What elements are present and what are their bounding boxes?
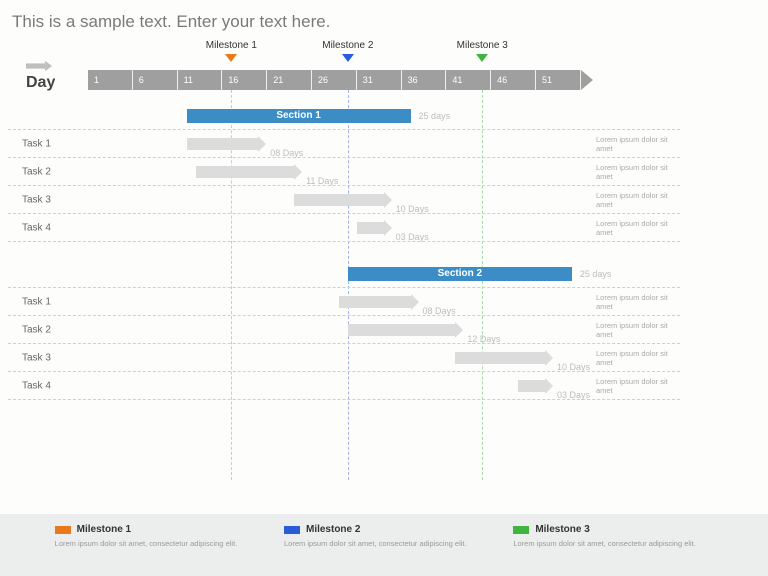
task-bar (518, 380, 545, 392)
axis-tick: 21 (267, 70, 312, 90)
legend-swatch-icon (513, 526, 529, 534)
task-note: Lorem ipsum dolor sit amet (596, 219, 674, 237)
task-duration: 10 Days (396, 204, 429, 214)
axis-tick: 6 (133, 70, 178, 90)
axis-tick: 11 (178, 70, 223, 90)
task-duration: 08 Days (270, 148, 303, 158)
task-note: Lorem ipsum dolor sit amet (596, 135, 674, 153)
legend: Milestone 1 Lorem ipsum dolor sit amet, c… (0, 514, 768, 576)
task-note: Lorem ipsum dolor sit amet (596, 163, 674, 181)
task-label: Task 2 (22, 324, 51, 335)
legend-name: Milestone 2 (306, 524, 360, 535)
task-row: Task 4 03 Days Lorem ipsum dolor sit amet (8, 214, 680, 242)
task-label: Task 1 (22, 138, 51, 149)
task-row: Task 2 12 Days Lorem ipsum dolor sit amet (8, 316, 680, 344)
axis-tick: 16 (222, 70, 267, 90)
day-axis: 16111621263136414651 (88, 70, 593, 90)
task-row: Task 2 11 Days Lorem ipsum dolor sit amet (8, 158, 680, 186)
task-note: Lorem ipsum dolor sit amet (596, 321, 674, 339)
task-note: Lorem ipsum dolor sit amet (596, 377, 674, 395)
task-label: Task 1 (22, 296, 51, 307)
legend-item: Milestone 2 Lorem ipsum dolor sit amet, c… (284, 524, 484, 549)
task-duration: 11 Days (306, 176, 338, 186)
task-row: Task 1 08 Days Lorem ipsum dolor sit amet (8, 130, 680, 158)
task-label: Task 4 (22, 380, 51, 391)
legend-swatch-icon (284, 526, 300, 534)
axis-tick: 31 (357, 70, 402, 90)
legend-item: Milestone 1 Lorem ipsum dolor sit amet, c… (55, 524, 255, 549)
milestone-marker-icon (342, 54, 354, 62)
section-duration: 25 days (580, 269, 612, 279)
legend-name: Milestone 1 (77, 524, 131, 535)
task-duration: 10 Days (557, 362, 590, 372)
axis-tick: 36 (402, 70, 447, 90)
axis-tick: 51 (536, 70, 581, 90)
section-row: Section 2 25 days (8, 260, 680, 288)
axis-tick: 1 (88, 70, 133, 90)
day-arrow-icon (26, 60, 52, 72)
milestone-row: Milestone 1 Milestone 2 Milestone 3 (8, 40, 760, 58)
milestone-label: Milestone 3 (457, 40, 508, 51)
task-row: Task 1 08 Days Lorem ipsum dolor sit amet (8, 288, 680, 316)
task-note: Lorem ipsum dolor sit amet (596, 191, 674, 209)
task-bar (196, 166, 295, 178)
legend-name: Milestone 3 (535, 524, 589, 535)
task-bar (357, 222, 384, 234)
axis-tick: 46 (491, 70, 536, 90)
task-row: Task 3 10 Days Lorem ipsum dolor sit amet (8, 186, 680, 214)
task-duration: 03 Days (396, 232, 429, 242)
milestone-marker-icon (225, 54, 237, 62)
milestone-marker-icon (476, 54, 488, 62)
section-row: Section 1 25 days (8, 102, 680, 130)
task-note: Lorem ipsum dolor sit amet (596, 293, 674, 311)
task-row: Task 3 10 Days Lorem ipsum dolor sit amet (8, 344, 680, 372)
task-label: Task 2 (22, 166, 51, 177)
task-duration: 08 Days (423, 306, 456, 316)
axis-tick: 41 (446, 70, 491, 90)
axis-tick: 26 (312, 70, 357, 90)
legend-desc: Lorem ipsum dolor sit amet, consectetur … (513, 539, 713, 549)
task-label: Task 3 (22, 352, 51, 363)
axis-cap-icon (581, 70, 593, 90)
task-bar (294, 194, 384, 206)
task-duration: 12 Days (467, 334, 500, 344)
task-label: Task 3 (22, 194, 51, 205)
day-label: Day (26, 74, 55, 92)
legend-desc: Lorem ipsum dolor sit amet, consectetur … (284, 539, 484, 549)
task-duration: 03 Days (557, 390, 590, 400)
task-row: Task 4 03 Days Lorem ipsum dolor sit amet (8, 372, 680, 400)
milestone-label: Milestone 2 (322, 40, 373, 51)
task-bar (348, 324, 456, 336)
section-bar: Section 1 (187, 109, 411, 123)
task-bar (187, 138, 259, 150)
task-bar (339, 296, 411, 308)
legend-item: Milestone 3 Lorem ipsum dolor sit amet, c… (513, 524, 713, 549)
milestone-label: Milestone 1 (206, 40, 257, 51)
section-duration: 25 days (419, 111, 451, 121)
page-title: This is a sample text. Enter your text h… (8, 12, 760, 32)
gantt-chart: Milestone 1 Milestone 2 Milestone 3 Day 16… (8, 40, 760, 470)
task-bar (455, 352, 545, 364)
section-bar: Section 2 (348, 267, 572, 281)
task-label: Task 4 (22, 222, 51, 233)
task-note: Lorem ipsum dolor sit amet (596, 349, 674, 367)
legend-swatch-icon (55, 526, 71, 534)
legend-desc: Lorem ipsum dolor sit amet, consectetur … (55, 539, 255, 549)
